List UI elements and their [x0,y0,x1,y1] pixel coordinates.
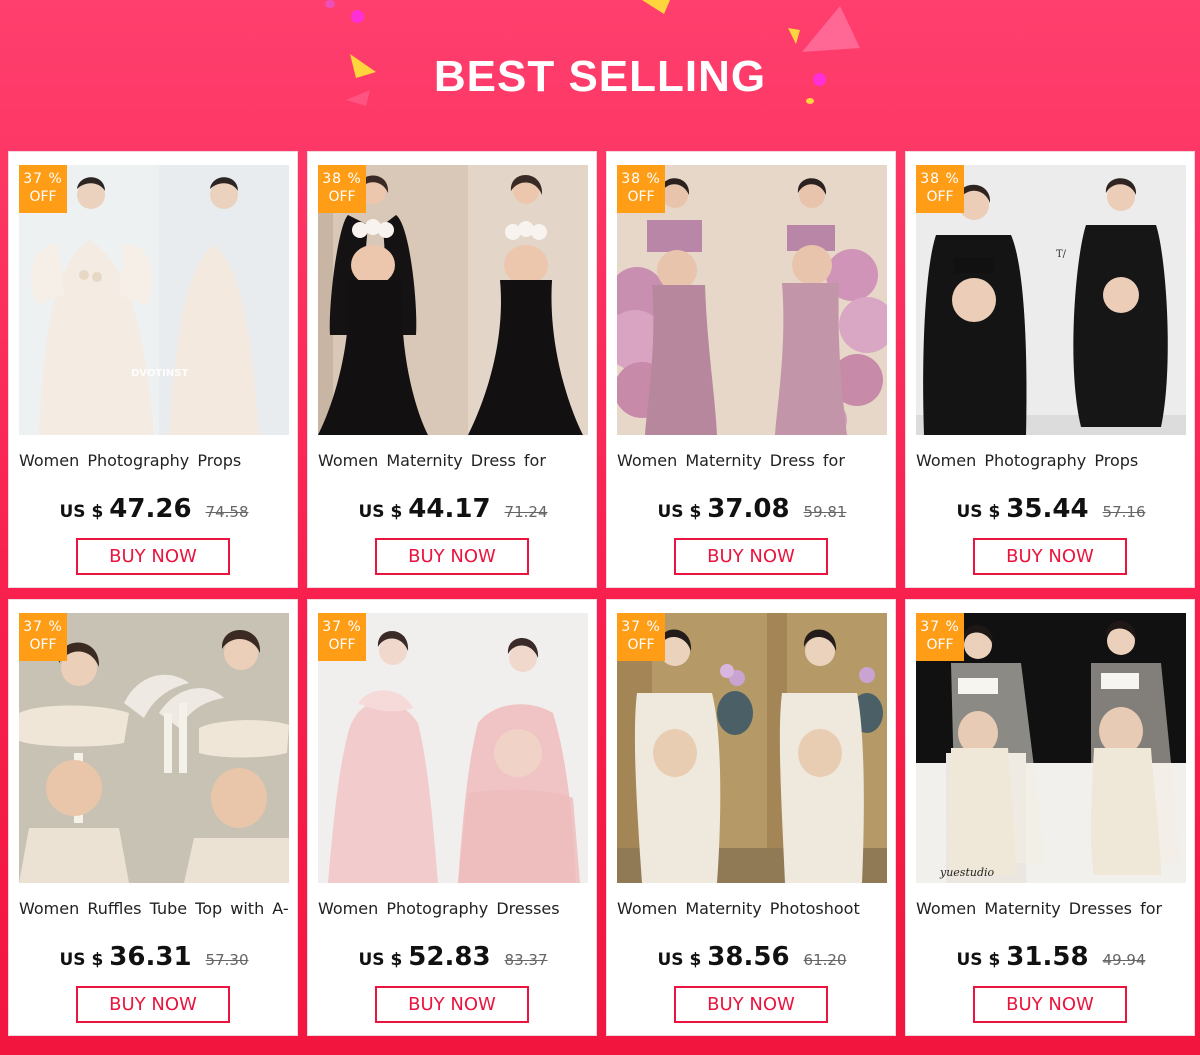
currency-label: US $ [358,950,403,970]
product-image[interactable]: 37 % OFF [318,613,588,883]
buy-now-button[interactable]: BUY NOW [375,538,529,575]
product-image[interactable]: 37 % OFF [617,613,887,883]
product-title[interactable]: Women Photography Props [19,451,291,470]
price-row: US $35.44 57.16 [906,494,1196,524]
confetti-triangle [642,0,670,14]
discount-badge: 37 % OFF [19,613,67,661]
product-card[interactable]: 38 % OFF Women Maternity Dress for US $37… [606,151,896,588]
sale-price: 47.26 [109,494,192,524]
buy-now-button[interactable]: BUY NOW [76,986,230,1023]
buy-now-button[interactable]: BUY NOW [973,538,1127,575]
product-title[interactable]: Women Photography Props [916,451,1188,470]
price-row: US $52.83 83.37 [308,942,598,972]
original-price: 57.16 [1102,503,1146,521]
product-card[interactable]: 37 % OFF Women Maternity Photoshoot US $3… [606,599,896,1036]
currency-label: US $ [956,502,1001,522]
product-card[interactable]: 37 % OFF Women Ruffles Tube Top with A- U… [8,599,298,1036]
product-title[interactable]: Women Maternity Dress for [318,451,590,470]
currency-label: US $ [956,950,1001,970]
currency-label: US $ [657,950,702,970]
discount-badge: 37 % OFF [19,165,67,213]
svg-text:T/: T/ [1056,249,1067,260]
product-card[interactable]: 37 % OFF DVOTINST Women Photography Props… [8,151,298,588]
confetti-triangle [802,6,860,52]
original-price: 71.24 [504,503,548,521]
page-title: BEST SELLING [433,52,767,101]
currency-label: US $ [59,502,104,522]
product-image[interactable]: 37 % OFF yuestudio [916,613,1186,883]
buy-now-button[interactable]: BUY NOW [375,986,529,1023]
discount-badge: 37 % OFF [617,613,665,661]
currency-label: US $ [358,502,403,522]
watermark-text: yuestudio [940,866,995,879]
original-price: 74.58 [205,503,249,521]
product-image[interactable]: T/ 38 % OFF [916,165,1186,435]
price-row: US $31.58 49.94 [906,942,1196,972]
product-card[interactable]: T/ 38 % OFF Women Photography Props US $3… [905,151,1195,588]
original-price: 49.94 [1102,951,1146,969]
product-card[interactable]: 38 % OFF Women Maternity Dress for US $44… [307,151,597,588]
product-card[interactable]: 37 % OFF Women Photography Dresses US $52… [307,599,597,1036]
price-row: US $37.08 59.81 [607,494,897,524]
buy-now-button[interactable]: BUY NOW [674,538,828,575]
product-image[interactable]: 37 % OFF DVOTINST [19,165,289,435]
product-image[interactable]: 38 % OFF [318,165,588,435]
sale-price: 35.44 [1006,494,1089,524]
discount-badge: 38 % OFF [318,165,366,213]
original-price: 59.81 [803,503,847,521]
discount-badge: 38 % OFF [617,165,665,213]
price-row: US $38.56 61.20 [607,942,897,972]
product-title[interactable]: Women Maternity Photoshoot [617,899,889,918]
price-row: US $36.31 57.30 [9,942,299,972]
watermark-text: DVOTINST [131,368,189,379]
discount-badge: 38 % OFF [916,165,964,213]
product-image[interactable]: 37 % OFF [19,613,289,883]
product-title[interactable]: Women Ruffles Tube Top with A- [19,899,291,918]
sale-price: 37.08 [707,494,790,524]
original-price: 83.37 [504,951,548,969]
product-title[interactable]: Women Maternity Dress for [617,451,889,470]
sale-price: 36.31 [109,942,192,972]
confetti-dot [351,10,364,23]
price-row: US $47.26 74.58 [9,494,299,524]
product-card[interactable]: 37 % OFF yuestudio Women Maternity Dresse… [905,599,1195,1036]
sale-price: 31.58 [1006,942,1089,972]
product-grid: 37 % OFF DVOTINST Women Photography Props… [8,151,1196,1036]
original-price: 57.30 [205,951,249,969]
buy-now-button[interactable]: BUY NOW [674,986,828,1023]
product-title[interactable]: Women Maternity Dresses for [916,899,1188,918]
sale-price: 52.83 [408,942,491,972]
confetti-dot [325,0,335,8]
sale-price: 44.17 [408,494,491,524]
buy-now-button[interactable]: BUY NOW [76,538,230,575]
discount-badge: 37 % OFF [916,613,964,661]
price-row: US $44.17 71.24 [308,494,598,524]
sale-price: 38.56 [707,942,790,972]
currency-label: US $ [59,950,104,970]
buy-now-button[interactable]: BUY NOW [973,986,1127,1023]
currency-label: US $ [657,502,702,522]
discount-badge: 37 % OFF [318,613,366,661]
product-image[interactable]: 38 % OFF [617,165,887,435]
original-price: 61.20 [803,951,847,969]
product-title[interactable]: Women Photography Dresses [318,899,590,918]
